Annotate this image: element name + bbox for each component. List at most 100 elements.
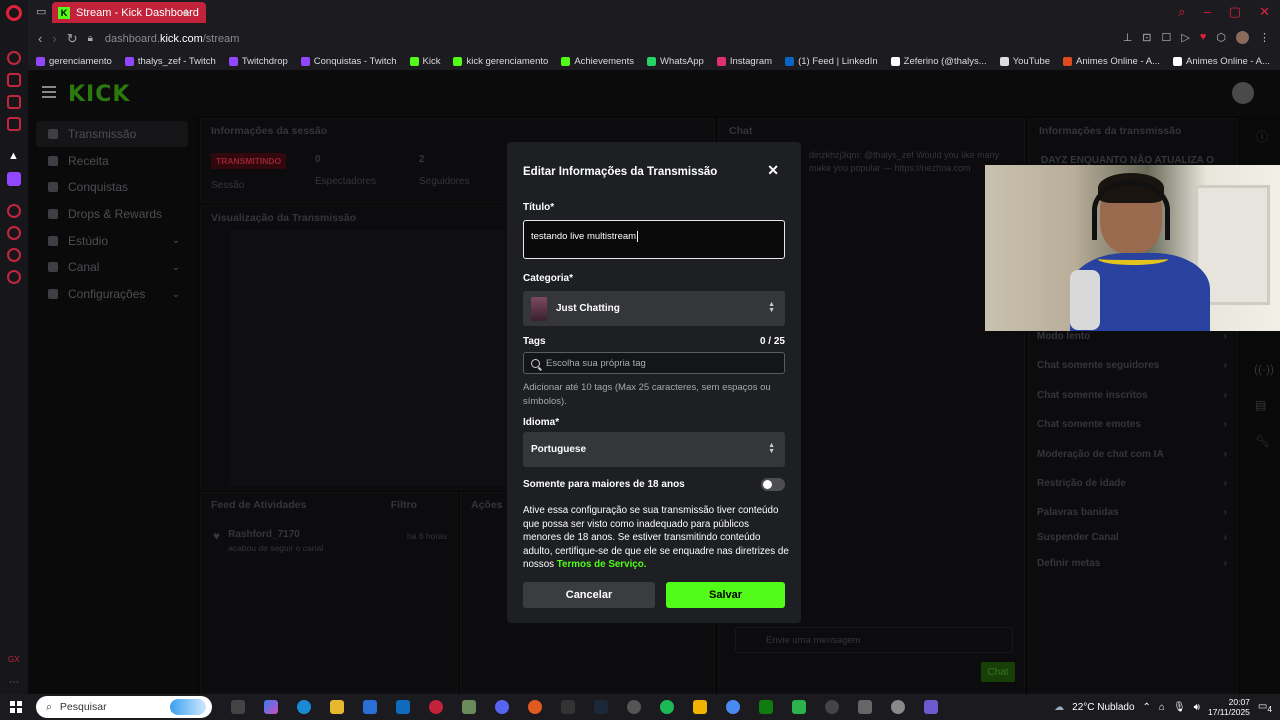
calendar-icon[interactable] — [7, 117, 21, 131]
title-input[interactable]: testando live multistream — [523, 220, 785, 259]
opera-logo-icon[interactable] — [6, 5, 22, 21]
network-icon[interactable]: ⌂ — [1159, 702, 1165, 713]
save-button[interactable]: Salvar — [666, 582, 785, 608]
app-purple-icon[interactable] — [924, 700, 938, 714]
tab-menu-icon[interactable]: ▭ — [36, 5, 46, 18]
app-green-icon[interactable] — [792, 700, 806, 714]
twitch-sidebar-icon[interactable] — [7, 172, 21, 186]
speedometer-icon[interactable] — [825, 700, 839, 714]
mic-icon[interactable]: 🎙︎ — [1173, 702, 1186, 713]
rockstar-icon[interactable] — [693, 700, 707, 714]
bookmark-item[interactable]: Animes Online - A... — [1172, 56, 1270, 67]
kick-sidebar-icon[interactable]: ▲ — [8, 150, 22, 164]
discord-icon[interactable] — [495, 700, 509, 714]
game-launcher-icon[interactable] — [528, 700, 542, 714]
play-icon[interactable]: ▷ — [1181, 31, 1189, 44]
instagram-icon[interactable] — [7, 95, 21, 109]
close-window-button[interactable]: ✕ — [1259, 4, 1270, 20]
bookmark-item[interactable]: gerenciamento — [36, 56, 112, 67]
windows-taskbar: ⌕ Pesquisar ☁ 22°C Nublado ⌃ ⌂ 🎙︎ 🔊︎ 20:… — [0, 694, 1280, 720]
sidebar-item[interactable]: Transmissão — [36, 121, 188, 147]
heart-icon[interactable]: ♥ — [1200, 31, 1207, 44]
bookmark-item[interactable]: (1) Feed | LinkedIn — [785, 56, 878, 67]
sidebar-item[interactable]: Drops & Rewards — [36, 201, 188, 227]
bookmark-label: gerenciamento — [49, 55, 112, 67]
sidebar-item[interactable]: Receita — [36, 148, 188, 174]
forward-button[interactable]: › — [52, 31, 56, 46]
sidebar-item[interactable]: Conquistas — [36, 174, 188, 200]
bookmark-item[interactable]: WhatsApp — [646, 56, 704, 67]
copilot-icon[interactable] — [264, 700, 278, 714]
app-icon[interactable] — [462, 700, 476, 714]
play-circle-icon[interactable] — [7, 204, 21, 218]
bookmark-item[interactable]: Instagram — [716, 56, 772, 67]
close-icon[interactable]: ✕ — [767, 162, 779, 179]
messenger-icon[interactable] — [7, 51, 21, 65]
xbox-icon[interactable] — [759, 700, 773, 714]
url-field[interactable]: dashboard.kick.com/stream — [105, 33, 240, 45]
sidebar-item[interactable]: Configurações ⌄ — [36, 281, 188, 307]
category-select[interactable]: Just Chatting ▲ ▼ — [523, 291, 785, 326]
new-tab-button[interactable]: + — [182, 4, 190, 20]
back-button[interactable]: ‹ — [38, 31, 42, 46]
notifications-icon[interactable]: ▭4 — [1258, 701, 1272, 714]
bookmark-item[interactable]: thalys_zef - Twitch — [124, 56, 216, 67]
kick-logo[interactable]: KICK — [68, 82, 130, 107]
store-icon[interactable] — [363, 700, 377, 714]
history-icon[interactable] — [7, 226, 21, 240]
language-select[interactable]: Portuguese ▲ ▼ — [523, 432, 785, 467]
chip-icon[interactable] — [561, 700, 575, 714]
edge-icon[interactable] — [297, 700, 311, 714]
bookmark-item[interactable]: Animes Online - A... — [1063, 56, 1160, 67]
sidebar-item-label: Estúdio — [68, 233, 109, 248]
windows-start-icon[interactable] — [10, 701, 22, 713]
extensions-icon[interactable]: ⬡ — [1216, 31, 1226, 44]
task-view-icon[interactable] — [231, 700, 245, 714]
user-avatar[interactable] — [1232, 82, 1254, 104]
hamburger-menu-icon[interactable] — [42, 86, 56, 98]
bag-icon[interactable] — [7, 73, 21, 87]
opera-sidebar: ▲ GX ⋯ — [0, 0, 28, 694]
terms-of-service-link[interactable]: Termos de Serviço — [557, 559, 644, 570]
bookmark-item[interactable]: Conquistas - Twitch — [300, 56, 397, 67]
settings-icon[interactable] — [7, 270, 21, 284]
bookmark-item[interactable]: Kick — [409, 56, 440, 67]
bookmark-item[interactable]: Achievements — [561, 56, 634, 67]
settings-gear-icon[interactable] — [891, 700, 905, 714]
sidebar-item[interactable]: Canal ⌄ — [36, 254, 188, 280]
drop-icon[interactable] — [726, 700, 740, 714]
more-icon[interactable]: ⋯ — [9, 677, 23, 691]
menu-icon[interactable]: ⋮ — [1259, 31, 1270, 44]
snapshot-icon[interactable]: ⊡ — [1142, 31, 1151, 44]
maximize-button[interactable]: ▢ — [1229, 4, 1241, 20]
bookmark-item[interactable]: kick gerenciamento — [453, 56, 548, 67]
app-gray-icon[interactable] — [858, 700, 872, 714]
reload-button[interactable]: ↻ — [67, 31, 78, 47]
bookmark-item[interactable]: Twitchdrop — [228, 56, 288, 67]
file-explorer-icon[interactable] — [330, 700, 344, 714]
bookmark-item[interactable]: YouTube — [999, 56, 1050, 67]
weather-text[interactable]: 22°C Nublado — [1072, 702, 1134, 713]
spotify-icon[interactable] — [660, 700, 674, 714]
taskbar-search[interactable]: ⌕ Pesquisar — [36, 696, 212, 718]
clock[interactable]: 20:07 17/11/2025 — [1208, 697, 1250, 717]
tags-input[interactable]: Escolha sua própria tag — [523, 352, 785, 374]
steam-icon[interactable] — [594, 700, 608, 714]
gx-icon[interactable]: GX — [8, 655, 22, 669]
sidebar-item[interactable]: Estúdio ⌄ — [36, 228, 188, 254]
extension-icon[interactable] — [7, 248, 21, 262]
bookmark-item[interactable]: Zeferino (@thalys... — [890, 56, 987, 67]
adult-only-toggle[interactable] — [761, 478, 785, 491]
profile-avatar[interactable] — [1236, 31, 1249, 44]
outlook-icon[interactable] — [396, 700, 410, 714]
pin-icon[interactable]: ⊥ — [1123, 31, 1133, 44]
opera-gx-icon[interactable] — [429, 700, 443, 714]
minimize-button[interactable]: – — [1204, 4, 1211, 20]
obs-icon[interactable] — [627, 700, 641, 714]
search-tabs-icon[interactable]: ⌕ — [1178, 4, 1185, 20]
tray-chevron-icon[interactable]: ⌃ — [1143, 702, 1151, 713]
cancel-button[interactable]: Cancelar — [523, 582, 655, 608]
bookmark-favicon-icon — [228, 56, 238, 66]
bookmark-icon[interactable]: ☐ — [1162, 31, 1172, 44]
volume-icon[interactable]: 🔊︎ — [1194, 702, 1200, 713]
